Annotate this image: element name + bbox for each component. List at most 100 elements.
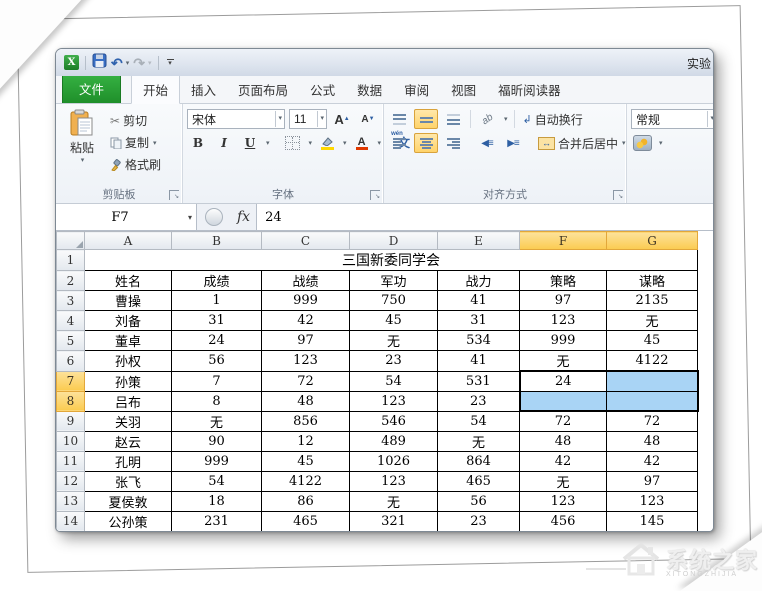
underline-button[interactable]: U: [239, 134, 261, 152]
shrink-font-button[interactable]: A▼: [357, 110, 379, 128]
cell-D5[interactable]: 无: [350, 331, 438, 351]
cell-C9[interactable]: 856: [262, 411, 350, 431]
cell-D7[interactable]: 54: [350, 371, 438, 391]
cell-B4[interactable]: 31: [172, 311, 262, 331]
cell-E2[interactable]: 战力: [438, 271, 520, 291]
row-header-11[interactable]: 11: [57, 451, 85, 471]
borders-button[interactable]: [282, 134, 304, 152]
cell-C6[interactable]: 123: [262, 351, 350, 372]
cell-B12[interactable]: 54: [172, 471, 262, 491]
tab-formulas[interactable]: 公式: [299, 75, 346, 103]
cell-A8[interactable]: 吕布: [85, 391, 172, 411]
save-icon[interactable]: [92, 53, 107, 73]
font-color-button[interactable]: A: [351, 134, 373, 152]
cell-A4[interactable]: 刘备: [85, 311, 172, 331]
align-center-button[interactable]: [414, 133, 438, 153]
top-align-button[interactable]: [388, 110, 410, 128]
cell-B13[interactable]: 18: [172, 491, 262, 511]
cell-F12[interactable]: 无: [520, 471, 607, 491]
cell-B10[interactable]: 90: [172, 431, 262, 451]
cell-E9[interactable]: 54: [438, 411, 520, 431]
clipboard-dialog-launcher-icon[interactable]: [169, 190, 179, 200]
cell-F15[interactable]: ……: [520, 531, 607, 532]
cell-E3[interactable]: 41: [438, 291, 520, 311]
cell-B9[interactable]: 无: [172, 411, 262, 431]
cell-E6[interactable]: 41: [438, 351, 520, 372]
cell-D10[interactable]: 489: [350, 431, 438, 451]
tab-review[interactable]: 审阅: [393, 75, 440, 103]
cell-B6[interactable]: 56: [172, 351, 262, 372]
font-name-combobox[interactable]: 宋体 ▾: [187, 109, 285, 129]
cell-G8[interactable]: [607, 391, 698, 411]
cell-F13[interactable]: 123: [520, 491, 607, 511]
row-header-1[interactable]: 1: [57, 250, 85, 271]
cell-E12[interactable]: 465: [438, 471, 520, 491]
tab-page-layout[interactable]: 页面布局: [227, 75, 299, 103]
cell-A14[interactable]: 公孙策: [85, 511, 172, 531]
cell-B14[interactable]: 231: [172, 511, 262, 531]
cell-G2[interactable]: 谋略: [607, 271, 698, 291]
cell-B3[interactable]: 1: [172, 291, 262, 311]
cell-G9[interactable]: 72: [607, 411, 698, 431]
cell-G12[interactable]: 97: [607, 471, 698, 491]
cell-A11[interactable]: 孔明: [85, 451, 172, 471]
align-right-button[interactable]: [442, 134, 464, 152]
cell-G10[interactable]: 48: [607, 431, 698, 451]
row-header-10[interactable]: 10: [57, 431, 85, 451]
column-header-B[interactable]: B: [172, 232, 262, 250]
cell-B7[interactable]: 7: [172, 371, 262, 391]
excel-app-icon[interactable]: X: [64, 55, 79, 70]
font-color-dropdown-icon[interactable]: ▾: [378, 139, 382, 147]
row-header-12[interactable]: 12: [57, 471, 85, 491]
cell-E4[interactable]: 31: [438, 311, 520, 331]
cell-D12[interactable]: 123: [350, 471, 438, 491]
increase-indent-button[interactable]: ▶≡: [502, 134, 524, 152]
column-header-A[interactable]: A: [85, 232, 172, 250]
cell-D15[interactable]: ……: [350, 531, 438, 532]
cell-D11[interactable]: 1026: [350, 451, 438, 471]
cell-F8[interactable]: [520, 391, 607, 411]
row-header-13[interactable]: 13: [57, 491, 85, 511]
format-painter-button[interactable]: 格式刷: [108, 155, 163, 174]
cell-B11[interactable]: 999: [172, 451, 262, 471]
cell-E10[interactable]: 无: [438, 431, 520, 451]
cell-F3[interactable]: 97: [520, 291, 607, 311]
cell-E14[interactable]: 23: [438, 511, 520, 531]
fill-color-button[interactable]: [316, 134, 338, 152]
select-all-corner[interactable]: [57, 232, 85, 250]
orientation-dropdown-icon[interactable]: ▾: [504, 115, 508, 123]
fill-color-dropdown-icon[interactable]: ▾: [343, 139, 347, 147]
cell-A13[interactable]: 夏侯敦: [85, 491, 172, 511]
middle-align-button[interactable]: [414, 109, 438, 129]
copy-dropdown-icon[interactable]: ▾: [153, 139, 157, 147]
row-header-4[interactable]: 4: [57, 311, 85, 331]
bold-button[interactable]: B: [187, 134, 209, 152]
cell-title-A1[interactable]: 三国新委同学会: [85, 250, 698, 271]
column-header-C[interactable]: C: [262, 232, 350, 250]
tab-data[interactable]: 数据: [346, 75, 393, 103]
cell-D6[interactable]: 23: [350, 351, 438, 372]
cell-G3[interactable]: 2135: [607, 291, 698, 311]
cell-C11[interactable]: 45: [262, 451, 350, 471]
cut-button[interactable]: ✂ 剪切: [108, 111, 163, 130]
cell-D14[interactable]: 321: [350, 511, 438, 531]
cell-F2[interactable]: 策略: [520, 271, 607, 291]
cell-F10[interactable]: 48: [520, 431, 607, 451]
row-header-5[interactable]: 5: [57, 331, 85, 351]
cell-C8[interactable]: 48: [262, 391, 350, 411]
merge-center-button[interactable]: ↔ 合并后居中 ▾: [536, 134, 628, 153]
cell-G7[interactable]: [607, 371, 698, 391]
tab-home[interactable]: 开始: [131, 74, 180, 104]
cell-G13[interactable]: 123: [607, 491, 698, 511]
undo-icon[interactable]: ↶: [111, 56, 123, 70]
cell-A5[interactable]: 董卓: [85, 331, 172, 351]
cell-E11[interactable]: 864: [438, 451, 520, 471]
cell-F6[interactable]: 无: [520, 351, 607, 372]
font-size-dropdown-icon[interactable]: ▾: [317, 111, 326, 127]
cell-C3[interactable]: 999: [262, 291, 350, 311]
cell-D8[interactable]: 123: [350, 391, 438, 411]
cell-A6[interactable]: 孙权: [85, 351, 172, 372]
name-box-dropdown-icon[interactable]: ▾: [184, 213, 196, 222]
cell-G5[interactable]: 45: [607, 331, 698, 351]
undo-dropdown-icon[interactable]: ▾: [126, 59, 130, 67]
